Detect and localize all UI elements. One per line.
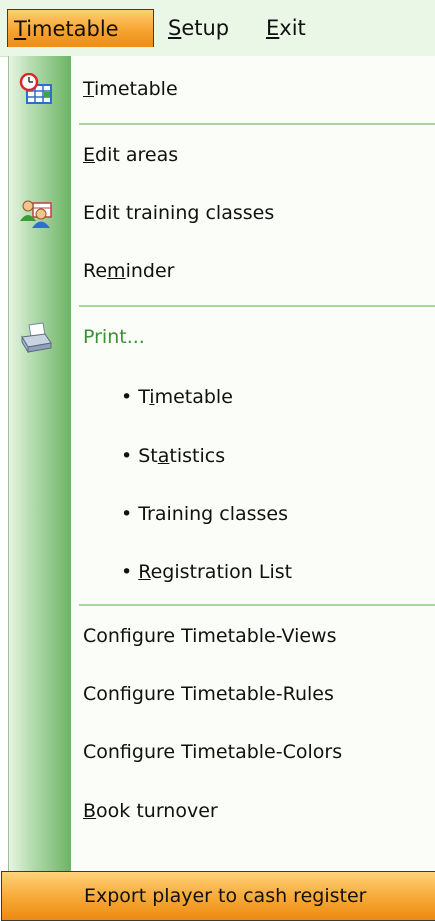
menu-item-book-turnover-label: Book turnover (83, 800, 218, 822)
printer-icon (21, 322, 52, 353)
menu-bar: Timetable Setup Exit (0, 0, 435, 57)
menu-item-print-timetable-label: • Timetable (121, 386, 233, 408)
timetable-dropdown-menu: Timetable Edit areas Edit training class… (1, 56, 435, 921)
menu-timetable[interactable]: Timetable (7, 9, 154, 47)
people-group-icon (20, 200, 52, 228)
menu-item-configure-timetable-rules[interactable]: Configure Timetable-Rules (9, 666, 435, 722)
menu-item-configure-timetable-colors[interactable]: Configure Timetable-Colors (9, 724, 435, 780)
menu-timetable-label: imetable (26, 17, 119, 41)
menu-exit-mnemonic: E (266, 16, 280, 40)
menu-item-edit-areas-label: Edit areas (83, 144, 179, 166)
menu-item-book-turnover[interactable]: Book turnover (9, 783, 435, 839)
menu-item-configure-colors-label: Configure Timetable-Colors (83, 741, 343, 763)
menu-item-print-registration-list[interactable]: • Registration List (9, 544, 435, 600)
menu-timetable-mnemonic: T (14, 17, 27, 41)
menu-exit[interactable]: Exit (266, 9, 306, 47)
menu-setup-label: etup (181, 16, 230, 40)
menu-item-configure-views-label: Configure Timetable-Views (83, 625, 337, 647)
menu-item-print-label: Print... (83, 326, 145, 348)
menu-item-edit-training-classes[interactable]: Edit training classes (9, 185, 435, 241)
timetable-clock-grid-icon (19, 73, 52, 104)
menu-item-export-player-label: Export player to cash register (84, 885, 367, 907)
menu-item-export-player-to-cash-register[interactable]: Export player to cash register (1, 871, 435, 921)
menu-setup[interactable]: Setup (168, 9, 229, 47)
menu-separator (79, 305, 435, 307)
menu-item-timetable-label: Timetable (83, 78, 178, 100)
menu-item-configure-rules-label: Configure Timetable-Rules (83, 683, 334, 705)
menu-item-print-statistics-label: • Statistics (121, 445, 226, 467)
menu-item-print-statistics[interactable]: • Statistics (9, 428, 435, 484)
menu-separator (79, 123, 435, 125)
menu-item-timetable[interactable]: Timetable (9, 61, 435, 117)
menu-item-edit-areas[interactable]: Edit areas (9, 127, 435, 183)
menu-item-print-registration-list-label: • Registration List (121, 561, 293, 583)
menu-item-print-timetable[interactable]: • Timetable (9, 369, 435, 425)
menu-item-print-training-classes-label: • Training classes (121, 503, 289, 525)
menu-item-configure-timetable-views[interactable]: Configure Timetable-Views (9, 608, 435, 664)
menu-item-edit-training-classes-label: Edit training classes (83, 202, 275, 224)
menu-separator (79, 604, 435, 606)
menu-exit-label: xit (279, 16, 306, 40)
menu-item-reminder[interactable]: Reminder (9, 243, 435, 299)
menu-setup-mnemonic: S (168, 16, 182, 40)
menu-item-print[interactable]: Print... (9, 309, 435, 365)
menu-item-print-training-classes[interactable]: • Training classes (9, 486, 435, 542)
menu-item-reminder-label: Reminder (83, 260, 175, 282)
